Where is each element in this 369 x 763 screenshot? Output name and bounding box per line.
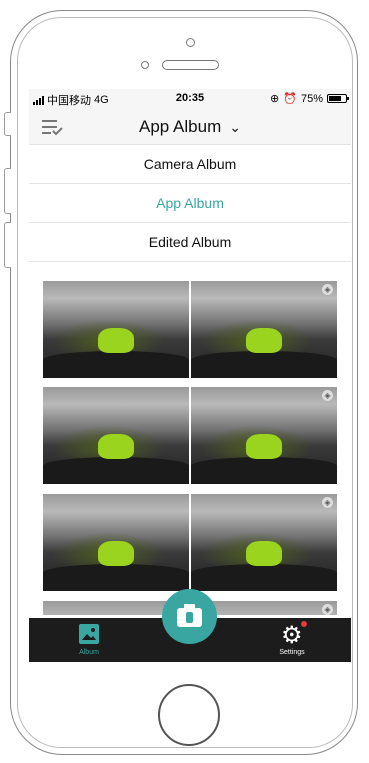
capture-button[interactable]	[162, 589, 217, 644]
album-dropdown: Camera Album App Album Edited Album	[29, 145, 351, 262]
album-selector[interactable]: App Album ⌄	[29, 117, 351, 137]
camera-icon	[177, 604, 202, 627]
photo-thumbnail[interactable]: ◈	[191, 387, 337, 484]
volume-down-button	[4, 222, 11, 268]
alarm-icon: ⏰	[283, 93, 297, 105]
dropdown-item-app-album[interactable]: App Album	[29, 184, 351, 223]
page-title: App Album	[139, 117, 222, 136]
gear-icon: ⚙	[281, 622, 303, 649]
tab-album[interactable]: Album	[59, 618, 119, 662]
photo-row: ◈	[43, 281, 337, 378]
photo-row: ◈	[43, 387, 337, 484]
notification-dot	[301, 621, 307, 627]
photo-thumbnail[interactable]	[43, 281, 189, 378]
mute-switch	[4, 112, 11, 136]
album-icon	[79, 624, 99, 644]
volume-up-button	[4, 168, 11, 214]
proximity-sensor	[141, 61, 149, 69]
dropdown-item-edited-album[interactable]: Edited Album	[29, 223, 351, 262]
home-button[interactable]	[158, 684, 220, 746]
earpiece-speaker	[162, 60, 219, 70]
nav-bar: App Album ⌄	[29, 108, 351, 145]
front-camera	[186, 38, 195, 47]
photo-thumbnail[interactable]: ◈	[191, 494, 337, 591]
tab-settings[interactable]: ⚙ Settings	[262, 618, 322, 662]
photo-thumbnail[interactable]	[43, 387, 189, 484]
panorama-cube-icon: ◈	[322, 497, 333, 508]
panorama-cube-icon: ◈	[322, 604, 333, 615]
photo-thumbnail[interactable]: ◈	[191, 281, 337, 378]
battery-percent: 75%	[300, 92, 323, 105]
status-right: ⊕ ⏰ 75%	[270, 92, 349, 105]
photo-row: ◈	[43, 494, 337, 591]
screen: 中国移动 4G 20:35 ⊕ ⏰ 75% App Album ⌄ ◈ ◈ ◈ …	[29, 89, 351, 662]
chevron-down-icon: ⌄	[229, 119, 241, 135]
dropdown-item-camera-album[interactable]: Camera Album	[29, 145, 351, 184]
status-bar: 中国移动 4G 20:35 ⊕ ⏰ 75%	[29, 89, 351, 108]
tab-album-label: Album	[79, 649, 99, 656]
panorama-cube-icon: ◈	[322, 284, 333, 295]
tab-settings-label: Settings	[279, 649, 305, 656]
rotation-lock-icon: ⊕	[270, 93, 280, 105]
panorama-cube-icon: ◈	[322, 390, 333, 401]
battery-icon	[327, 94, 349, 103]
photo-thumbnail[interactable]	[43, 494, 189, 591]
